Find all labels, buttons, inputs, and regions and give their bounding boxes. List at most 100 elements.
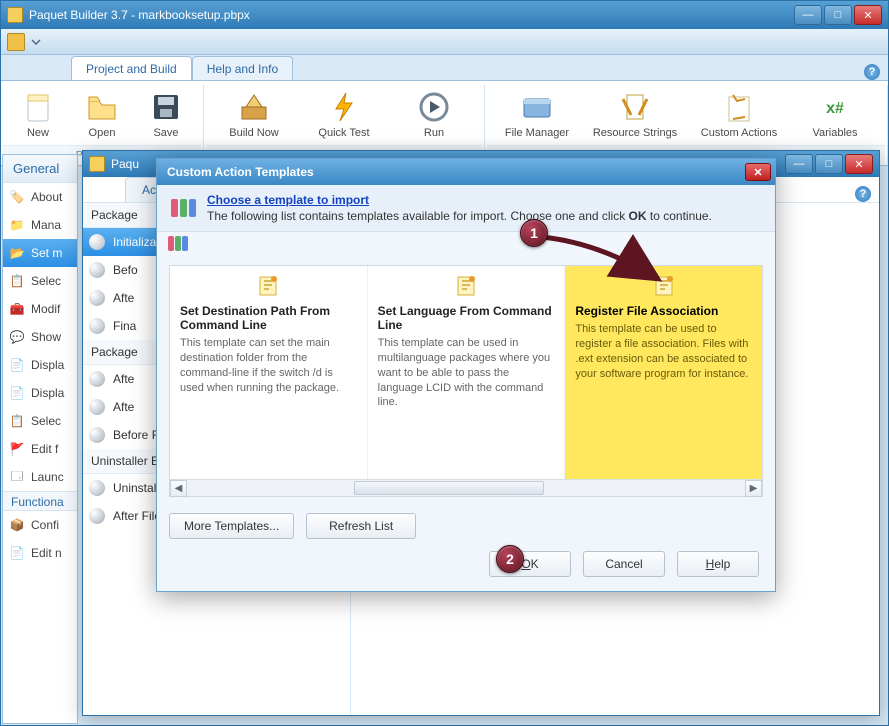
quick-access-icon[interactable] bbox=[7, 33, 25, 51]
binder-small-icon bbox=[167, 232, 189, 254]
new-icon bbox=[22, 91, 54, 123]
tag-icon: 🏷️ bbox=[9, 189, 25, 205]
tab-help-info[interactable]: Help and Info bbox=[192, 56, 293, 80]
help-icon[interactable]: ? bbox=[864, 64, 880, 80]
refresh-list-button[interactable]: Refresh List bbox=[306, 513, 416, 539]
secondary-maximize-button[interactable]: □ bbox=[815, 154, 843, 174]
sidebar-item-launch[interactable]: 🗔Launc bbox=[3, 463, 77, 491]
dialog-link-choose-template[interactable]: Choose a template to import bbox=[207, 193, 369, 207]
template-card-language[interactable]: Set Language From Command Line This temp… bbox=[368, 266, 566, 479]
sidebar-item-display-2[interactable]: 📄Displa bbox=[3, 379, 77, 407]
sidebar-item-manage[interactable]: 📁Mana bbox=[3, 211, 77, 239]
app-title: Paquet Builder 3.7 - markbooksetup.pbpx bbox=[29, 8, 250, 22]
open-icon bbox=[86, 91, 118, 123]
cancel-button[interactable]: Cancel bbox=[583, 551, 665, 577]
build-now-button[interactable]: Build Now bbox=[210, 87, 298, 143]
template-card-dest-path[interactable]: Set Destination Path From Command Line T… bbox=[170, 266, 368, 479]
sphere-icon bbox=[89, 399, 105, 415]
sidebar-item-editn[interactable]: 📄Edit n bbox=[3, 539, 77, 567]
sidebar-item-editf[interactable]: 🚩Edit f bbox=[3, 435, 77, 463]
variables-icon: x# bbox=[819, 91, 851, 123]
template-icon bbox=[454, 274, 478, 298]
main-minimize-button[interactable]: — bbox=[794, 5, 822, 25]
build-icon bbox=[238, 91, 270, 123]
template-icon bbox=[652, 274, 676, 298]
scroll-thumb[interactable] bbox=[354, 481, 544, 495]
annotation-marker-2: 2 bbox=[496, 545, 524, 573]
sphere-icon bbox=[89, 508, 105, 524]
scroll-left-icon[interactable]: ◀ bbox=[170, 480, 187, 497]
sphere-icon bbox=[89, 262, 105, 278]
open-button[interactable]: Open bbox=[71, 87, 133, 143]
sphere-icon bbox=[89, 371, 105, 387]
custom-action-templates-dialog: Custom Action Templates ✕ Choose a templ… bbox=[156, 158, 776, 592]
sidebar-item-select-1[interactable]: 📋Selec bbox=[3, 267, 77, 295]
side-header-general: General bbox=[3, 155, 77, 183]
flag-icon: 🚩 bbox=[9, 441, 25, 457]
sidebar-item-select-2[interactable]: 📋Selec bbox=[3, 407, 77, 435]
template-card-register-assoc[interactable]: Register File Association This template … bbox=[565, 266, 762, 479]
side-header-functional: Functiona bbox=[3, 491, 77, 511]
svg-text:x#: x# bbox=[826, 100, 844, 117]
save-button[interactable]: Save bbox=[135, 87, 197, 143]
lightning-icon bbox=[328, 91, 360, 123]
secondary-help-icon[interactable]: ? bbox=[855, 186, 871, 202]
main-close-button[interactable]: ✕ bbox=[854, 5, 882, 25]
secondary-minimize-button[interactable]: — bbox=[785, 154, 813, 174]
main-titlebar: Paquet Builder 3.7 - markbooksetup.pbpx … bbox=[1, 1, 888, 29]
custom-actions-button[interactable]: Custom Actions bbox=[689, 87, 789, 143]
secondary-close-button[interactable]: ✕ bbox=[845, 154, 873, 174]
modify-icon: 🧰 bbox=[9, 301, 25, 317]
folder-icon: 📁 bbox=[9, 217, 25, 233]
document-icon: 📄 bbox=[9, 385, 25, 401]
more-templates-button[interactable]: More Templates... bbox=[169, 513, 294, 539]
secondary-title-text: Paqu bbox=[111, 157, 139, 171]
scroll-track[interactable] bbox=[187, 480, 745, 496]
template-desc: This template can set the main destinati… bbox=[180, 336, 357, 395]
template-list: Set Destination Path From Command Line T… bbox=[169, 265, 763, 497]
run-button[interactable]: Run bbox=[390, 87, 478, 143]
sidebar-item-modify[interactable]: 🧰Modif bbox=[3, 295, 77, 323]
package-icon: 📦 bbox=[9, 517, 25, 533]
template-title: Register File Association bbox=[575, 304, 752, 318]
binder-icon bbox=[169, 193, 197, 221]
folder-open-icon: 📂 bbox=[9, 245, 25, 261]
template-title: Set Language From Command Line bbox=[378, 304, 555, 332]
dialog-close-button[interactable]: ✕ bbox=[745, 163, 771, 181]
dialog-title-text: Custom Action Templates bbox=[167, 165, 314, 179]
sidebar-item-about[interactable]: 🏷️About bbox=[3, 183, 77, 211]
resource-strings-icon bbox=[619, 91, 651, 123]
chat-icon: 💬 bbox=[9, 329, 25, 345]
file-manager-button[interactable]: File Manager bbox=[493, 87, 581, 143]
list-icon: 📋 bbox=[9, 273, 25, 289]
custom-actions-icon bbox=[723, 91, 755, 123]
variables-button[interactable]: x# Variables bbox=[791, 87, 879, 143]
rocket-icon: 🗔 bbox=[9, 469, 25, 485]
sphere-icon bbox=[89, 427, 105, 443]
sidebar-item-setm[interactable]: 📂Set m bbox=[3, 239, 77, 267]
dialog-info-text: The following list contains templates av… bbox=[207, 209, 712, 223]
resource-strings-button[interactable]: Resource Strings bbox=[583, 87, 687, 143]
scroll-right-icon[interactable]: ▶ bbox=[745, 480, 762, 497]
quick-test-button[interactable]: Quick Test bbox=[300, 87, 388, 143]
file-manager-icon bbox=[521, 91, 553, 123]
app-icon bbox=[7, 7, 23, 23]
sidebar-item-config[interactable]: 📦Confi bbox=[3, 511, 77, 539]
sidebar-item-show[interactable]: 💬Show bbox=[3, 323, 77, 351]
sphere-icon bbox=[89, 234, 105, 250]
annotation-marker-1: 1 bbox=[520, 219, 548, 247]
main-maximize-button[interactable]: □ bbox=[824, 5, 852, 25]
template-list-scrollbar[interactable]: ◀ ▶ bbox=[170, 479, 762, 496]
dialog-titlebar: Custom Action Templates ✕ bbox=[157, 159, 775, 185]
main-tabs-row: Project and Build Help and Info ? bbox=[1, 55, 888, 81]
quick-access-dropdown-icon[interactable] bbox=[31, 37, 41, 47]
template-icon bbox=[256, 274, 280, 298]
new-button[interactable]: New bbox=[7, 87, 69, 143]
sidebar-item-display-1[interactable]: 📄Displa bbox=[3, 351, 77, 379]
document-icon: 📄 bbox=[9, 357, 25, 373]
tab-project-build[interactable]: Project and Build bbox=[71, 56, 192, 80]
help-button[interactable]: Help bbox=[677, 551, 759, 577]
edit-icon: 📄 bbox=[9, 545, 25, 561]
quick-access-toolbar bbox=[1, 29, 888, 55]
sphere-icon bbox=[89, 290, 105, 306]
